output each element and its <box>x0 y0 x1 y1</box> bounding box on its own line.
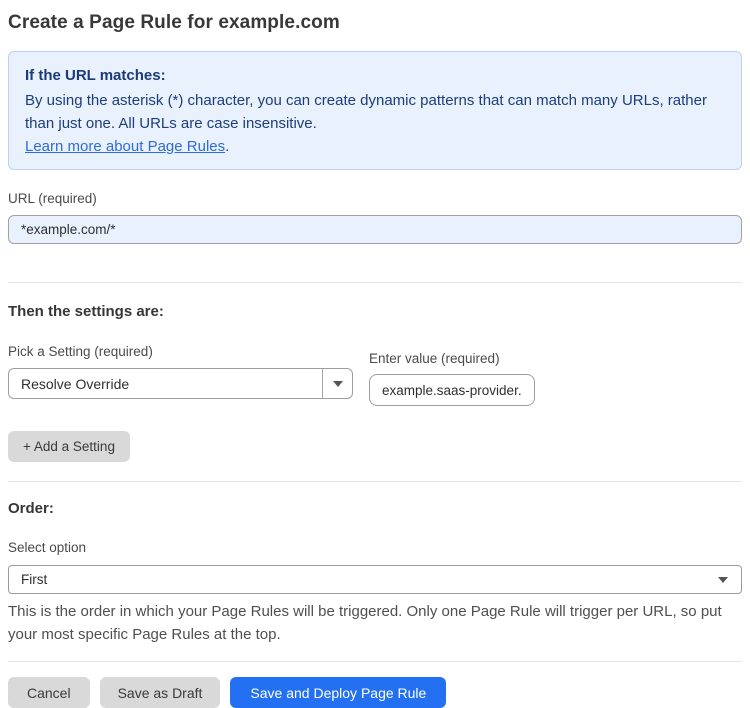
divider <box>8 282 742 283</box>
settings-section-heading: Then the settings are: <box>8 303 164 320</box>
setting-select[interactable]: Resolve Override <box>8 368 353 399</box>
create-page-rule-form: Create a Page Rule for example.com If th… <box>0 0 750 708</box>
order-select-value: First <box>21 572 48 587</box>
chevron-down-icon <box>332 380 343 387</box>
save-as-draft-button[interactable]: Save as Draft <box>99 677 221 708</box>
order-help-text: This is the order in which your Page Rul… <box>8 603 722 643</box>
divider <box>8 481 742 482</box>
url-field-label: URL (required) <box>8 191 97 206</box>
settings-row: Pick a Setting (required) Resolve Overri… <box>8 344 742 406</box>
setting-value-column: Enter value (required) <box>369 344 535 406</box>
add-setting-button[interactable]: + Add a Setting <box>8 431 130 462</box>
url-match-info-box: If the URL matches: By using the asteris… <box>8 51 742 170</box>
cancel-button[interactable]: Cancel <box>8 677 90 708</box>
link-suffix: . <box>225 138 230 155</box>
url-input[interactable] <box>8 215 742 244</box>
divider <box>8 661 742 662</box>
page-title: Create a Page Rule for example.com <box>8 12 340 33</box>
info-box-link-line: Learn more about Page Rules. <box>25 135 725 158</box>
setting-value-input[interactable] <box>369 374 535 406</box>
setting-select-arrow-button[interactable] <box>322 369 352 398</box>
info-box-heading: If the URL matches: <box>25 67 166 84</box>
setting-picker-label: Pick a Setting (required) <box>8 344 153 359</box>
setting-select-value: Resolve Override <box>21 375 130 392</box>
setting-value-label: Enter value (required) <box>369 351 500 366</box>
info-box-body: By using the asterisk (*) character, you… <box>25 92 707 132</box>
learn-more-link[interactable]: Learn more about Page Rules <box>25 138 225 155</box>
order-section-heading: Order: <box>8 500 54 517</box>
save-and-deploy-button[interactable]: Save and Deploy Page Rule <box>230 677 447 708</box>
chevron-down-icon <box>718 576 728 583</box>
setting-picker-column: Pick a Setting (required) Resolve Overri… <box>8 344 353 399</box>
footer-actions: Cancel Save as Draft Save and Deploy Pag… <box>8 677 742 708</box>
order-select-label: Select option <box>8 540 87 555</box>
order-select[interactable]: First <box>8 565 742 594</box>
